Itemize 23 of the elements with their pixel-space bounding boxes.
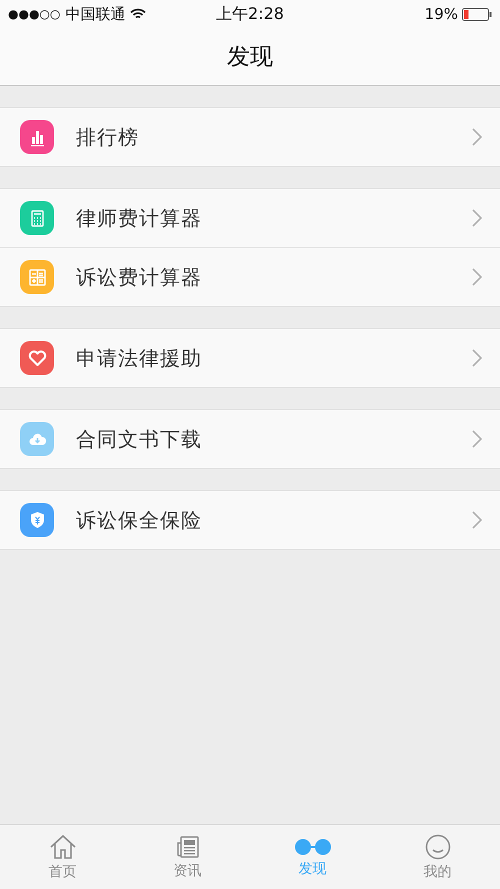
battery-percentage: 19% <box>424 5 458 23</box>
page-title: 发现 <box>227 43 273 72</box>
battery-icon <box>462 8 492 20</box>
chevron-right-icon <box>472 511 482 529</box>
carrier-name: 中国联通 <box>65 4 126 24</box>
menu-item[interactable]: 诉讼保全保险 <box>0 491 500 549</box>
chevron-right-icon <box>472 430 482 448</box>
clock: 上午2:28 <box>216 4 284 24</box>
home-icon <box>48 834 76 860</box>
smiley-icon <box>424 834 450 860</box>
chevron-right-icon <box>472 209 482 227</box>
menu-item[interactable]: 排行榜 <box>0 108 500 166</box>
menu-item[interactable]: 诉讼费计算器 <box>0 247 500 306</box>
chevron-right-icon <box>472 268 482 286</box>
binoculars-icon <box>294 836 332 856</box>
chevron-right-icon <box>472 349 482 367</box>
signal-strength: ●●●○○ <box>8 7 60 21</box>
wifi-icon <box>130 8 146 20</box>
menu-item[interactable]: 合同文书下载 <box>0 410 500 468</box>
menu-item[interactable]: 律师费计算器 <box>0 189 500 247</box>
chevron-right-icon <box>472 128 482 146</box>
newspaper-icon <box>176 834 200 858</box>
menu-item[interactable]: 申请法律援助 <box>0 329 500 387</box>
